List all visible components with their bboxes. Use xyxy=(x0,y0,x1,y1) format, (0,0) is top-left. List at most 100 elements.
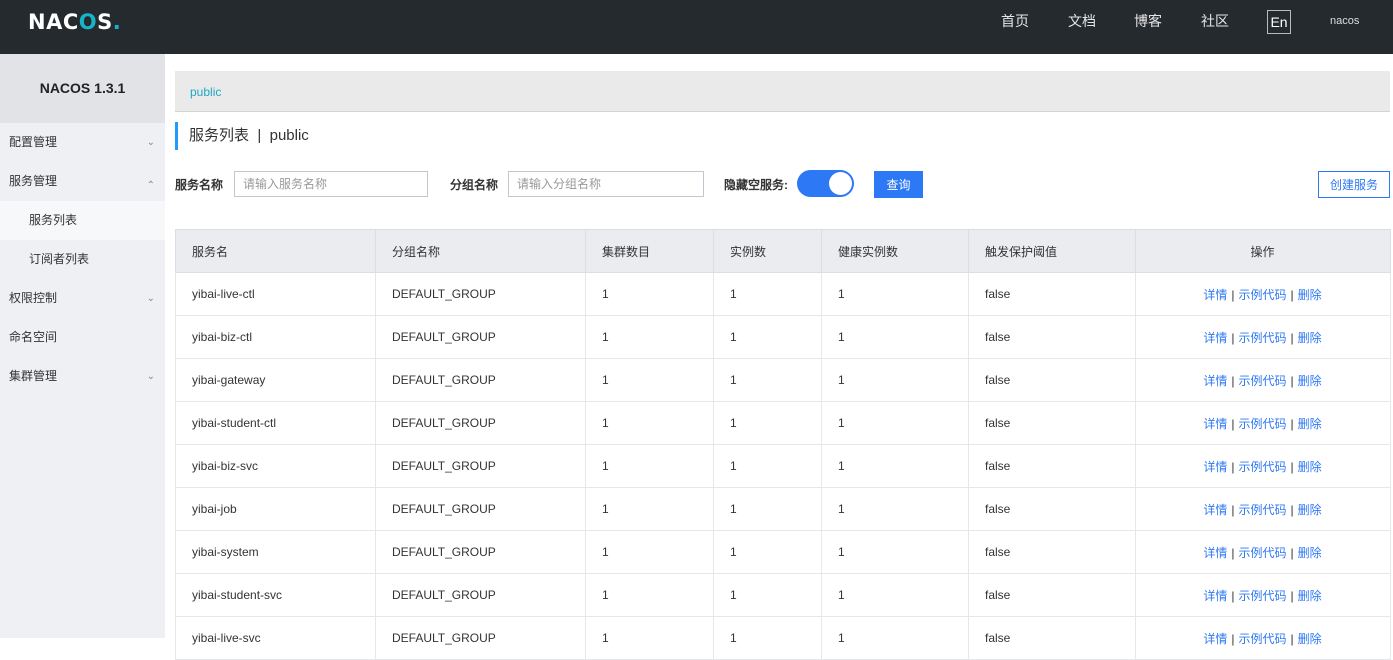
detail-link[interactable]: 详情 xyxy=(1203,331,1227,345)
healthy-count-cell: 1 xyxy=(821,358,969,402)
detail-link[interactable]: 详情 xyxy=(1203,546,1227,560)
column-header-actions: 操作 xyxy=(1135,229,1391,273)
detail-link[interactable]: 详情 xyxy=(1203,417,1227,431)
separator: | xyxy=(1290,588,1294,603)
detail-link[interactable]: 详情 xyxy=(1203,460,1227,474)
group-name-cell: DEFAULT_GROUP xyxy=(375,358,586,402)
protect-threshold-cell: false xyxy=(968,573,1136,617)
delete-link[interactable]: 删除 xyxy=(1298,503,1322,517)
service-name-cell: yibai-gateway xyxy=(175,358,376,402)
sidebar-item-namespace[interactable]: 命名空间 xyxy=(0,318,165,357)
table-row: yibai-live-svc DEFAULT_GROUP 1 1 1 false 详情 | 示例… xyxy=(175,616,1391,660)
sidebar-item-label: 命名空间 xyxy=(9,330,58,344)
sample-code-link[interactable]: 示例代码 xyxy=(1238,460,1286,474)
sidebar-item-service-management[interactable]: 服务管理 ⌃ xyxy=(0,162,165,201)
nav-community-link[interactable]: 社区 xyxy=(1201,0,1229,42)
separator: | xyxy=(1290,287,1294,302)
separator: | xyxy=(1290,373,1294,388)
sample-code-link[interactable]: 示例代码 xyxy=(1238,546,1286,560)
instance-count-cell: 1 xyxy=(713,530,822,574)
cluster-count-cell: 1 xyxy=(585,616,714,660)
actions-cell: 详情 | 示例代码 | 删除 xyxy=(1135,616,1391,660)
instance-count-cell: 1 xyxy=(713,444,822,488)
nacos-logo[interactable]: NACOS. xyxy=(28,10,121,34)
column-header-protect-threshold: 触发保护阈值 xyxy=(968,229,1136,273)
chevron-up-icon: ⌃ xyxy=(146,180,155,191)
delete-link[interactable]: 删除 xyxy=(1298,632,1322,646)
hide-empty-label: 隐藏空服务: xyxy=(724,178,788,192)
column-header-healthy-count: 健康实例数 xyxy=(821,229,969,273)
detail-link[interactable]: 详情 xyxy=(1203,503,1227,517)
actions-cell: 详情 | 示例代码 | 删除 xyxy=(1135,315,1391,359)
separator: | xyxy=(1231,373,1235,388)
healthy-count-cell: 1 xyxy=(821,401,969,445)
protect-threshold-cell: false xyxy=(968,487,1136,531)
healthy-count-cell: 1 xyxy=(821,315,969,359)
separator: | xyxy=(1231,631,1235,646)
service-name-cell: yibai-system xyxy=(175,530,376,574)
sidebar-item-access-control[interactable]: 权限控制 ⌄ xyxy=(0,279,165,318)
user-menu[interactable]: nacos xyxy=(1330,0,1359,42)
detail-link[interactable]: 详情 xyxy=(1203,589,1227,603)
sample-code-link[interactable]: 示例代码 xyxy=(1238,589,1286,603)
table-row: yibai-job DEFAULT_GROUP 1 1 1 false 详情 | 示例代码 | 删除 xyxy=(175,487,1391,531)
healthy-count-cell: 1 xyxy=(821,530,969,574)
detail-link[interactable]: 详情 xyxy=(1203,632,1227,646)
sidebar-item-service-list[interactable]: 服务列表 xyxy=(0,201,165,240)
sidebar-item-label: 权限控制 xyxy=(9,291,58,305)
detail-link[interactable]: 详情 xyxy=(1203,374,1227,388)
sidebar-item-subscriber-list[interactable]: 订阅者列表 xyxy=(0,240,165,279)
delete-link[interactable]: 删除 xyxy=(1298,417,1322,431)
sidebar: NACOS 1.3.1 配置管理 ⌄ 服务管理 ⌃ 服务列表 订阅者列表 权限控制 ⌄… xyxy=(0,54,165,638)
sidebar-item-label: 集群管理 xyxy=(9,369,58,383)
sample-code-link[interactable]: 示例代码 xyxy=(1238,374,1286,388)
query-button[interactable]: 查询 xyxy=(874,171,923,198)
nav-home-link[interactable]: 首页 xyxy=(1001,0,1029,42)
chevron-down-icon: ⌄ xyxy=(146,293,155,304)
delete-link[interactable]: 删除 xyxy=(1298,460,1322,474)
instance-count-cell: 1 xyxy=(713,358,822,402)
delete-link[interactable]: 删除 xyxy=(1298,374,1322,388)
create-service-button[interactable]: 创建服务 xyxy=(1318,171,1390,198)
service-name-input[interactable] xyxy=(234,171,428,197)
delete-link[interactable]: 删除 xyxy=(1298,546,1322,560)
healthy-count-cell: 1 xyxy=(821,616,969,660)
cluster-count-cell: 1 xyxy=(585,573,714,617)
protect-threshold-cell: false xyxy=(968,315,1136,359)
column-header-service-name: 服务名 xyxy=(175,229,376,273)
delete-link[interactable]: 删除 xyxy=(1298,331,1322,345)
group-name-input[interactable] xyxy=(508,171,704,197)
delete-link[interactable]: 删除 xyxy=(1298,288,1322,302)
separator: | xyxy=(1290,502,1294,517)
sample-code-link[interactable]: 示例代码 xyxy=(1238,417,1286,431)
separator: | xyxy=(1290,631,1294,646)
language-switch-button[interactable]: En xyxy=(1267,10,1291,34)
protect-threshold-cell: false xyxy=(968,444,1136,488)
toggle-knob xyxy=(829,172,852,195)
separator: | xyxy=(1231,416,1235,431)
chevron-down-icon: ⌄ xyxy=(146,371,155,382)
hide-empty-services-toggle[interactable] xyxy=(797,170,854,197)
sample-code-link[interactable]: 示例代码 xyxy=(1238,331,1286,345)
delete-link[interactable]: 删除 xyxy=(1298,589,1322,603)
sidebar-item-config-management[interactable]: 配置管理 ⌄ xyxy=(0,123,165,162)
group-name-cell: DEFAULT_GROUP xyxy=(375,530,586,574)
sample-code-link[interactable]: 示例代码 xyxy=(1238,503,1286,517)
sample-code-link[interactable]: 示例代码 xyxy=(1238,632,1286,646)
detail-link[interactable]: 详情 xyxy=(1203,288,1227,302)
service-name-cell: yibai-live-svc xyxy=(175,616,376,660)
group-name-cell: DEFAULT_GROUP xyxy=(375,444,586,488)
separator: | xyxy=(1290,459,1294,474)
protect-threshold-cell: false xyxy=(968,530,1136,574)
actions-cell: 详情 | 示例代码 | 删除 xyxy=(1135,487,1391,531)
nav-blog-link[interactable]: 博客 xyxy=(1134,0,1162,42)
sample-code-link[interactable]: 示例代码 xyxy=(1238,288,1286,302)
namespace-public-link[interactable]: public xyxy=(190,85,221,99)
protect-threshold-cell: false xyxy=(968,401,1136,445)
sidebar-item-cluster-management[interactable]: 集群管理 ⌄ xyxy=(0,357,165,396)
service-name-cell: yibai-biz-ctl xyxy=(175,315,376,359)
nav-docs-link[interactable]: 文档 xyxy=(1068,0,1096,42)
table-body: yibai-live-ctl DEFAULT_GROUP 1 1 1 false 详情 | 示例… xyxy=(175,272,1391,660)
protect-threshold-cell: false xyxy=(968,358,1136,402)
actions-cell: 详情 | 示例代码 | 删除 xyxy=(1135,530,1391,574)
